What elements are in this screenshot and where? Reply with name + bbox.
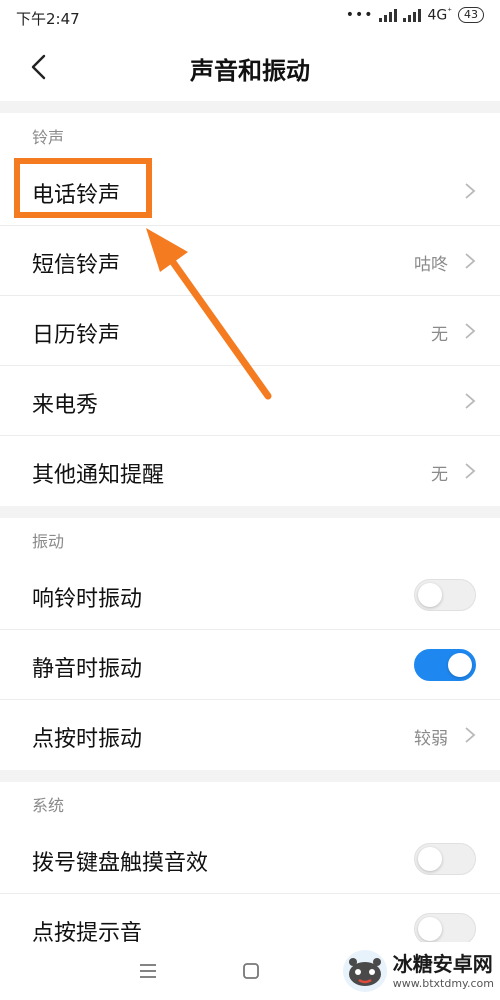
chevron-right-icon [465,727,476,743]
notification-dots: ••• [345,7,374,24]
toggle-knob [418,847,442,871]
row-label: 拨号键盘触摸音效 [32,851,209,876]
row-other-notifications[interactable]: 其他通知提醒 无 [0,436,500,506]
status-indicators: ••• 4G⁺ 43 [346,7,484,24]
page-title: 声音和振动 [190,57,310,85]
chevron-right-icon [465,323,476,339]
row-calendar-ringtone[interactable]: 日历铃声 无 [0,296,500,366]
home-icon[interactable] [240,960,262,982]
tap-sound-toggle[interactable] [414,913,476,945]
watermark: 冰糖安卓网 www.btxtdmy.com [342,950,494,992]
battery-level: 43 [464,8,478,22]
status-time: 下午2:47 [16,10,80,28]
row-label: 点按时振动 [32,727,143,752]
chevron-right-icon [465,253,476,269]
vibrate-on-ring-toggle[interactable] [414,579,476,611]
chevron-right-icon [465,393,476,409]
network-sub: ⁺ [447,7,452,17]
chevron-right-icon [465,183,476,199]
section-title-system: 系统 [32,796,65,815]
menu-icon[interactable] [137,960,159,982]
row-vibrate-on-silent: 静音时振动 [0,630,500,700]
row-value: 咕咚 [414,255,448,275]
row-vibrate-on-ring: 响铃时振动 [0,560,500,630]
network-type: 4G⁺ [427,7,452,24]
section-title-vibration: 振动 [32,532,65,551]
signal-icon [379,8,398,23]
row-phone-ringtone[interactable]: 电话铃声 [0,156,500,226]
row-caller-show[interactable]: 来电秀 [0,366,500,436]
section-title-ringtone: 铃声 [32,128,65,147]
row-value: 较弱 [414,729,448,749]
dialpad-touch-sound-toggle[interactable] [414,843,476,875]
watermark-url: www.btxtdmy.com [392,976,494,990]
row-sms-ringtone[interactable]: 短信铃声 咕咚 [0,226,500,296]
row-label: 来电秀 [32,393,99,418]
toggle-knob [448,653,472,677]
header: 声音和振动 [0,34,500,100]
row-label: 电话铃声 [32,183,121,208]
status-bar: 下午2:47 ••• 4G⁺ 43 [0,0,500,34]
divider [0,101,500,113]
row-label: 响铃时振动 [32,587,143,612]
divider [0,770,500,782]
chevron-right-icon [465,463,476,479]
row-label: 日历铃声 [32,323,121,348]
battery-icon: 43 [458,7,484,24]
signal-icon-2 [403,8,422,23]
watermark-logo-icon [342,950,387,992]
row-value: 无 [431,325,448,345]
row-label: 静音时振动 [32,657,143,682]
vibrate-on-silent-toggle[interactable] [414,649,476,681]
divider [0,506,500,518]
toggle-knob [418,917,442,941]
row-dialpad-touch-sound: 拨号键盘触摸音效 [0,824,500,894]
row-label: 其他通知提醒 [32,463,165,488]
watermark-title: 冰糖安卓网 [392,951,493,976]
row-value: 无 [431,465,448,485]
row-haptic-feedback[interactable]: 点按时振动 较弱 [0,700,500,770]
row-label: 短信铃声 [32,253,121,278]
network-label: 4G [427,7,448,24]
toggle-knob [418,583,442,607]
